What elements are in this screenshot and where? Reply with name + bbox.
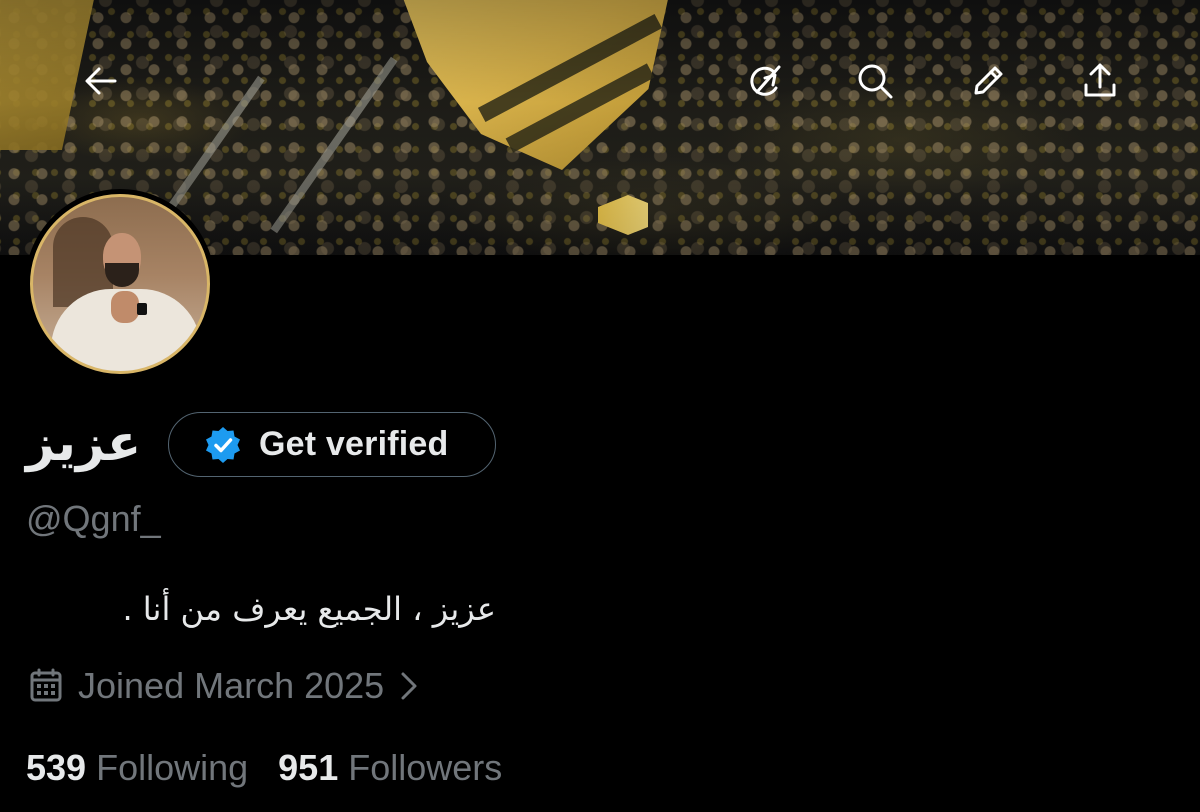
grok-icon bbox=[750, 65, 781, 96]
pencil-icon bbox=[974, 66, 1003, 95]
following-label: Following bbox=[96, 747, 249, 788]
avatar-image bbox=[30, 194, 210, 374]
search-icon bbox=[858, 64, 893, 99]
profile-bio: عزيز ، الجميع يعرف من أنا . bbox=[122, 590, 496, 628]
edit-button[interactable] bbox=[964, 57, 1012, 105]
follow-stats: 539 Following 951 Followers bbox=[26, 746, 502, 790]
back-button[interactable] bbox=[77, 57, 125, 105]
profile-page: عزيز Get verified @Qgnf_ عزيز ، الجميع ي… bbox=[0, 0, 1200, 812]
followers-link[interactable]: 951 Followers bbox=[278, 747, 502, 789]
following-count: 539 bbox=[26, 747, 87, 788]
back-arrow-icon bbox=[85, 67, 117, 95]
search-button[interactable] bbox=[851, 57, 899, 105]
grok-button[interactable] bbox=[741, 57, 789, 105]
chevron-right-icon bbox=[401, 672, 417, 700]
share-icon bbox=[1084, 63, 1116, 97]
get-verified-button[interactable]: Get verified bbox=[168, 412, 496, 477]
calendar-icon bbox=[30, 668, 62, 702]
share-button[interactable] bbox=[1076, 57, 1124, 105]
display-name: عزيز bbox=[26, 414, 142, 472]
followers-label: Followers bbox=[348, 747, 503, 788]
get-verified-label: Get verified bbox=[259, 425, 449, 463]
following-link[interactable]: 539 Following bbox=[26, 747, 248, 789]
username-handle: @Qgnf_ bbox=[26, 498, 161, 539]
joined-date: Joined March 2025 bbox=[78, 665, 385, 706]
verified-badge-icon bbox=[206, 426, 240, 463]
joined-date-row[interactable]: Joined March 2025 bbox=[26, 664, 422, 708]
avatar[interactable] bbox=[25, 189, 215, 379]
followers-count: 951 bbox=[278, 747, 339, 788]
